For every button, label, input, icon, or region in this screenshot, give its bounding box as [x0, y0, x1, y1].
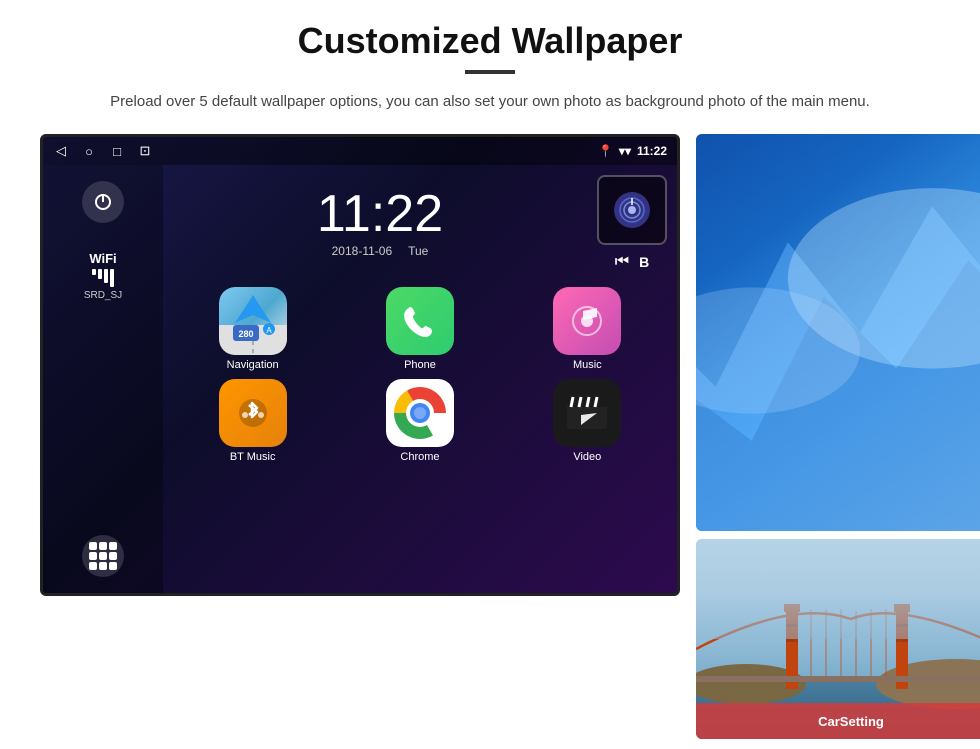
media-controls: ⏮ B — [597, 175, 667, 271]
wallpaper-top[interactable] — [696, 134, 980, 531]
app-navigation[interactable]: 280 A Navigation — [173, 287, 332, 371]
grid-dot — [89, 562, 97, 570]
bt-music-label: BT Music — [230, 451, 276, 463]
chrome-label: Chrome — [400, 451, 439, 463]
radio-signal-icon — [614, 192, 650, 228]
navigation-label: Navigation — [227, 359, 279, 371]
navigation-icon: 280 A — [219, 287, 287, 355]
grid-dot — [99, 542, 107, 550]
wifi-bars — [84, 269, 122, 287]
app-chrome[interactable]: Chrome — [340, 379, 499, 463]
wallpaper-carsetting[interactable]: CarSetting — [696, 539, 980, 739]
android-screen: ◁ ○ □ ⊡ 📍 ▾▾ 11:22 — [40, 134, 680, 596]
status-time: 11:22 — [637, 144, 667, 158]
wifi-bar-1 — [92, 269, 96, 275]
fog-layer — [696, 539, 980, 639]
grid-dot — [109, 562, 117, 570]
recents-icon[interactable]: □ — [109, 143, 125, 159]
wifi-bar-2 — [98, 269, 102, 279]
apps-button[interactable] — [82, 535, 124, 577]
android-main: WiFi SRD_SJ — [43, 165, 677, 593]
music-label: Music — [573, 359, 602, 371]
media-buttons: ⏮ B — [615, 253, 650, 271]
back-icon[interactable]: ◁ — [53, 143, 69, 159]
grid-dot — [89, 552, 97, 560]
title-divider — [465, 70, 515, 74]
radio-icon-box — [597, 175, 667, 245]
prev-track-icon[interactable]: ⏮ — [615, 253, 629, 271]
grid-dot — [99, 552, 107, 560]
clock-day: Tue — [408, 244, 428, 258]
status-bar: ◁ ○ □ ⊡ 📍 ▾▾ 11:22 — [43, 137, 677, 165]
status-right: 📍 ▾▾ 11:22 — [598, 144, 667, 158]
bt-music-icon — [219, 379, 287, 447]
music-icon — [553, 287, 621, 355]
app-music[interactable]: Music — [508, 287, 667, 371]
page-title: Customized Wallpaper — [298, 20, 683, 62]
wifi-ssid: SRD_SJ — [84, 290, 122, 301]
svg-text:A: A — [266, 326, 272, 335]
app-bt-music[interactable]: BT Music — [173, 379, 332, 463]
wifi-info: WiFi SRD_SJ — [84, 251, 122, 301]
wifi-status-icon: ▾▾ — [619, 144, 631, 158]
apps-grid-icon — [89, 542, 117, 570]
apps-grid: 280 A Navigation — [173, 287, 667, 463]
grid-dot — [109, 552, 117, 560]
grid-dot — [109, 542, 117, 550]
page-subtitle: Preload over 5 default wallpaper options… — [110, 90, 870, 114]
grid-dot — [99, 562, 107, 570]
wifi-bar-4 — [110, 269, 114, 287]
track-label: B — [639, 254, 649, 270]
wallpaper-previews: CarSetting — [696, 134, 980, 739]
clock-area: 11:22 2018-11-06 Tue — [173, 175, 667, 271]
wifi-label: WiFi — [84, 251, 122, 266]
grid-dot — [89, 542, 97, 550]
phone-label: Phone — [404, 359, 436, 371]
power-button[interactable] — [82, 181, 124, 223]
app-video[interactable]: Video — [508, 379, 667, 463]
clock-date: 2018-11-06 Tue — [173, 244, 587, 258]
clock-date-value: 2018-11-06 — [332, 244, 393, 258]
screenshot-icon[interactable]: ⊡ — [137, 143, 153, 159]
android-center: 11:22 2018-11-06 Tue — [163, 165, 677, 593]
clock-info: 11:22 2018-11-06 Tue — [173, 188, 587, 258]
phone-icon — [386, 287, 454, 355]
carsetting-label: CarSetting — [818, 714, 884, 729]
location-icon: 📍 — [598, 144, 613, 158]
android-sidebar: WiFi SRD_SJ — [43, 165, 163, 593]
home-icon[interactable]: ○ — [81, 143, 97, 159]
clock-time: 11:22 — [173, 188, 587, 240]
page-container: Customized Wallpaper Preload over 5 defa… — [0, 0, 980, 749]
chrome-icon — [386, 379, 454, 447]
carsetting-label-area: CarSetting — [696, 703, 980, 739]
content-area: ◁ ○ □ ⊡ 📍 ▾▾ 11:22 — [40, 134, 940, 739]
video-label: Video — [573, 451, 601, 463]
video-icon — [553, 379, 621, 447]
status-left: ◁ ○ □ ⊡ — [53, 143, 153, 159]
app-phone[interactable]: Phone — [340, 287, 499, 371]
wifi-bar-3 — [104, 269, 108, 283]
svg-text:280: 280 — [238, 329, 253, 339]
